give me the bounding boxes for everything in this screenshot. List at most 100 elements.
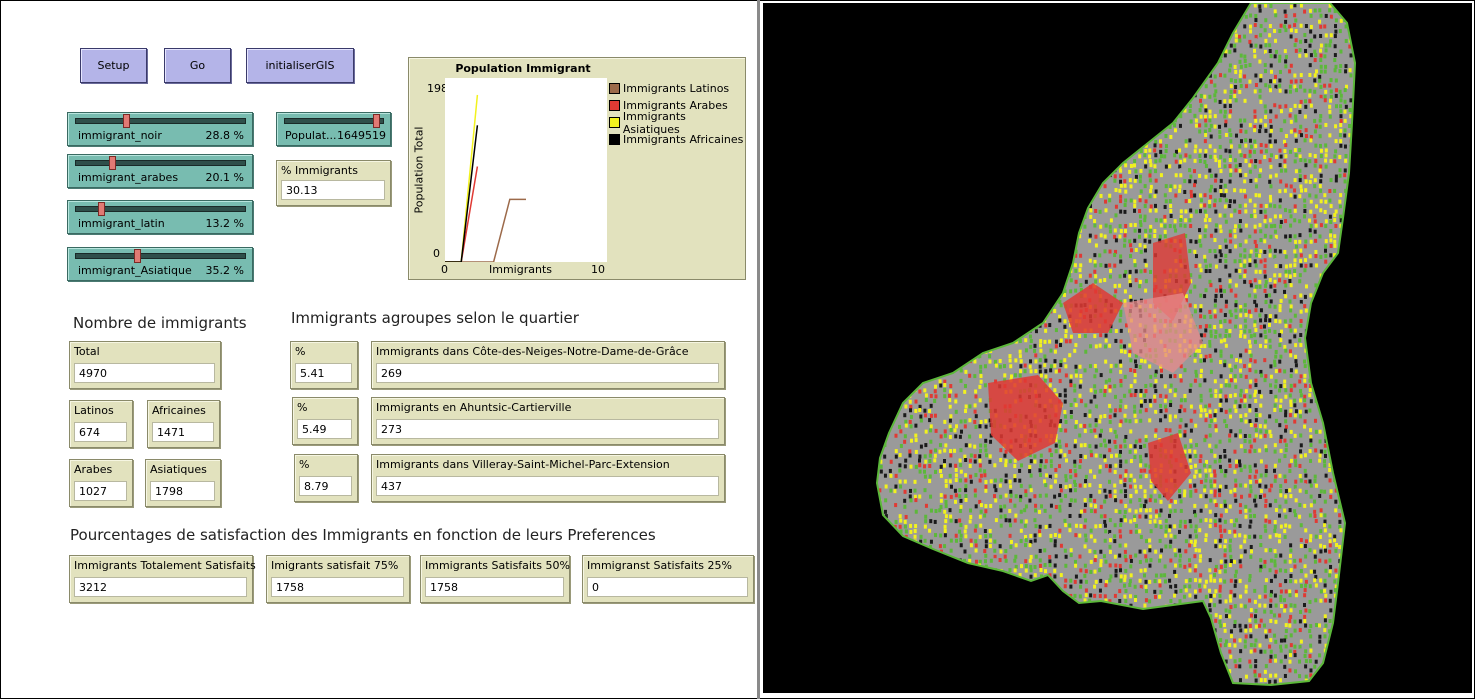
map-agent	[1278, 249, 1282, 254]
map-agent	[1209, 358, 1213, 363]
map-agent	[1109, 3, 1113, 8]
map-agent	[1169, 214, 1173, 219]
map-agent	[1218, 163, 1222, 168]
map-agent	[969, 173, 973, 178]
map-agent	[1073, 193, 1077, 198]
map-agent	[1278, 204, 1282, 209]
slider-thumb[interactable]	[123, 114, 131, 128]
map-agent	[894, 278, 898, 283]
slider-immigrant-noir[interactable]: immigrant_noir 28.8 %	[67, 112, 253, 146]
slider-thumb[interactable]	[97, 202, 105, 216]
map-agent	[1303, 373, 1307, 378]
map-agent	[878, 24, 882, 29]
map-agent	[1204, 104, 1208, 109]
map-agent	[918, 259, 922, 264]
map-agent	[1103, 278, 1107, 283]
map-agent	[1154, 178, 1158, 183]
map-agent	[1238, 13, 1242, 18]
map-agent	[893, 304, 897, 309]
map-agent	[899, 14, 903, 19]
map-agent	[1209, 184, 1213, 189]
map-agent	[1353, 293, 1355, 298]
map-agent	[944, 244, 948, 249]
map-agent	[1029, 269, 1033, 274]
map-agent	[1058, 379, 1062, 384]
map-agent	[1118, 9, 1122, 14]
initialiser-gis-button[interactable]: initialiserGIS	[246, 48, 354, 83]
map-agent	[1254, 284, 1258, 289]
slider-thumb[interactable]	[108, 156, 116, 170]
map-agent	[924, 83, 928, 88]
map-agent	[1033, 343, 1037, 348]
map-agent	[1049, 303, 1053, 308]
map-agent	[1094, 274, 1098, 279]
map-agent	[1313, 178, 1317, 183]
map-agent	[943, 159, 947, 164]
map-agent	[1319, 179, 1323, 184]
map-agent	[1214, 223, 1218, 228]
map-agent	[1338, 363, 1342, 368]
map-agent	[1138, 179, 1142, 184]
monitor-satisfaction-50: Immigrants Satisfaits 50% 1758	[420, 555, 570, 603]
map-agent	[1298, 148, 1302, 153]
map-agent	[1194, 279, 1198, 284]
map-agent	[1283, 279, 1287, 284]
map-agent	[1314, 263, 1318, 268]
map-agent	[1053, 148, 1057, 153]
map-agent	[1133, 228, 1137, 233]
map-agent	[964, 343, 968, 348]
slider-immigrant-arabes[interactable]: immigrant_arabes 20.1 %	[67, 154, 253, 188]
map-agent	[1273, 103, 1277, 108]
map-agent	[1173, 374, 1177, 379]
map-agent	[998, 174, 1002, 179]
map-agent	[968, 168, 972, 173]
slider-thumb[interactable]	[373, 114, 381, 128]
map-agent	[1208, 118, 1212, 123]
map-agent	[1168, 74, 1172, 79]
map-agent	[1199, 183, 1203, 188]
map-agent	[1214, 169, 1218, 174]
map-agent	[1293, 234, 1297, 239]
map-agent	[1219, 229, 1223, 234]
map-agent	[1074, 208, 1078, 213]
map-agent	[898, 209, 902, 214]
map-agent	[1209, 329, 1213, 334]
map-agent	[983, 43, 987, 48]
world-view[interactable]	[763, 3, 1472, 693]
map-agent	[1184, 199, 1188, 204]
slider-immigrant-asiatique[interactable]: immigrant_Asiatique 35.2 %	[67, 247, 253, 281]
go-button[interactable]: Go	[164, 48, 231, 83]
map-agent	[1064, 193, 1068, 198]
map-agent	[1239, 388, 1243, 393]
map-agent	[1199, 304, 1203, 309]
map-agent	[1329, 33, 1333, 38]
map-agent	[1143, 59, 1147, 64]
map-agent	[1003, 18, 1007, 23]
map-agent	[1189, 208, 1193, 213]
map-agent	[1109, 33, 1113, 38]
map-agent	[878, 219, 882, 224]
map-agent	[914, 173, 918, 178]
map-agent	[1199, 23, 1203, 28]
map-agent	[953, 314, 957, 319]
map-agent	[1259, 229, 1263, 234]
map-agent	[914, 334, 918, 339]
map-agent	[1288, 234, 1292, 239]
map-agent	[919, 244, 923, 249]
setup-button[interactable]: Setup	[80, 48, 147, 83]
map-agent	[1149, 189, 1153, 194]
slider-immigrant-latin[interactable]: immigrant_latin 13.2 %	[67, 200, 253, 234]
slider-thumb[interactable]	[133, 249, 141, 263]
map-agent	[1104, 159, 1108, 164]
map-agent	[928, 149, 932, 154]
map-agent	[1178, 164, 1182, 169]
map-agent	[1253, 393, 1257, 398]
map-agent	[998, 208, 1002, 213]
slider-population[interactable]: Populat... 1649519	[276, 112, 391, 146]
map-agent	[958, 93, 962, 98]
map-agent	[1229, 173, 1233, 178]
map-agent	[1198, 238, 1202, 243]
map-agent	[1199, 374, 1203, 379]
map-agent	[884, 28, 888, 33]
map-agent	[894, 249, 898, 254]
